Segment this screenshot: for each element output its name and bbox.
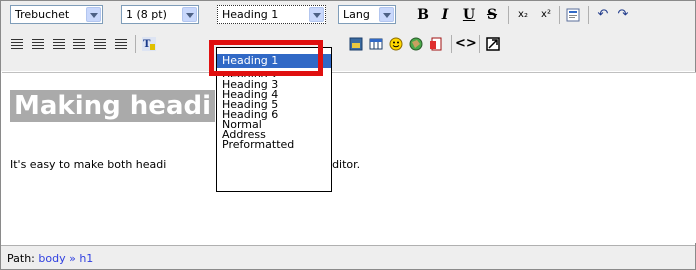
font-family-select[interactable]: Trebuchet — [10, 5, 103, 24]
paste-word-icon — [566, 8, 580, 22]
outdent-button[interactable] — [90, 34, 110, 54]
strikethrough-button[interactable]: S — [482, 5, 502, 25]
status-bar: Path: body » h1 — [1, 245, 695, 269]
fullscreen-button[interactable] — [483, 34, 503, 54]
language-value: Lang — [343, 8, 370, 21]
bold-button[interactable]: B — [413, 5, 433, 25]
path-label: Path: — [7, 252, 35, 265]
toolbar-separator — [479, 35, 480, 53]
insert-file-button[interactable] — [426, 34, 446, 54]
toolbar-separator — [559, 6, 560, 24]
ordered-list-button[interactable] — [49, 34, 69, 54]
align-right-button[interactable] — [28, 34, 48, 54]
outdent-icon — [94, 39, 106, 49]
svg-text:T: T — [143, 39, 151, 50]
chevron-down-icon[interactable] — [182, 7, 197, 22]
text-color-icon: T — [142, 37, 156, 51]
format-select[interactable]: Heading 1 — [217, 5, 326, 24]
font-family-value: Trebuchet — [15, 8, 70, 21]
path-separator: » — [69, 252, 76, 265]
paragraph-text-start: It's easy to make both headi — [10, 158, 167, 171]
indent-button[interactable] — [111, 34, 131, 54]
dropdown-option-address[interactable]: Address — [217, 130, 331, 140]
insert-table-button[interactable] — [366, 34, 386, 54]
font-size-select[interactable]: 1 (8 pt) — [121, 5, 199, 24]
smiley-icon — [389, 37, 403, 51]
language-select[interactable]: Lang — [338, 5, 396, 24]
chevron-down-icon[interactable] — [86, 7, 101, 22]
text-color-button[interactable]: T — [139, 34, 159, 54]
table-icon — [369, 38, 383, 50]
image-icon — [349, 37, 363, 51]
toolbar-separator — [451, 35, 452, 53]
insert-object-button[interactable] — [406, 34, 426, 54]
align-right-icon — [32, 39, 44, 49]
editor-toolbar: Trebuchet 1 (8 pt) Heading 1 Lang B I U … — [1, 1, 695, 71]
dropdown-option-heading-5[interactable]: Heading 5 — [217, 100, 331, 110]
path-link-body[interactable]: body — [38, 252, 65, 265]
toolbar-separator — [135, 35, 136, 53]
insert-image-button[interactable] — [346, 34, 366, 54]
dropdown-option-heading-4[interactable]: Heading 4 — [217, 90, 331, 100]
toolbar-separator — [508, 6, 509, 24]
dropdown-option-preformatted[interactable]: Preformatted — [217, 140, 331, 150]
editor-content-area[interactable]: Making headi It's easy to make both head… — [2, 72, 696, 243]
unordered-list-icon — [73, 39, 85, 49]
unordered-list-button[interactable] — [69, 34, 89, 54]
content-heading: Making headi — [10, 90, 216, 122]
undo-button[interactable]: ↶ — [593, 5, 613, 25]
insert-smiley-button[interactable] — [386, 34, 406, 54]
chevron-down-icon[interactable] — [379, 7, 394, 22]
html-editor: Trebuchet 1 (8 pt) Heading 1 Lang B I U … — [0, 0, 696, 270]
html-source-button[interactable]: <> — [455, 34, 477, 54]
italic-button[interactable]: I — [435, 5, 455, 25]
paste-word-button[interactable] — [563, 5, 583, 25]
underline-button[interactable]: U — [459, 5, 479, 25]
subscript-button[interactable]: x₂ — [513, 5, 533, 25]
dropdown-option-normal[interactable]: Normal — [217, 120, 331, 130]
align-left-icon — [11, 39, 23, 49]
chevron-down-icon[interactable] — [309, 7, 324, 22]
align-left-button[interactable] — [7, 34, 27, 54]
globe-icon — [409, 37, 423, 51]
dropdown-option-heading-3[interactable]: Heading 3 — [217, 80, 331, 90]
indent-icon — [115, 39, 127, 49]
fullscreen-icon — [486, 37, 500, 51]
superscript-button[interactable]: x² — [536, 5, 556, 25]
redo-button[interactable]: ↷ — [613, 5, 633, 25]
toolbar-separator — [588, 6, 589, 24]
font-size-value: 1 (8 pt) — [126, 8, 167, 21]
path-link-h1[interactable]: h1 — [79, 252, 93, 265]
highlight-box — [209, 40, 323, 76]
file-icon — [430, 37, 442, 51]
ordered-list-icon — [53, 39, 65, 49]
format-value: Heading 1 — [222, 8, 279, 21]
dropdown-option-heading-6[interactable]: Heading 6 — [217, 110, 331, 120]
breadcrumb: Path: body » h1 — [7, 252, 93, 265]
